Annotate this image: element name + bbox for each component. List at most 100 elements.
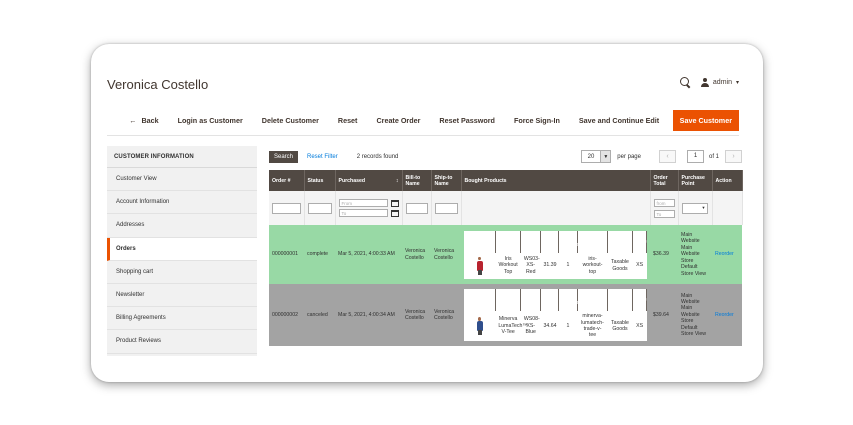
- purchased-label: Purchased: [338, 177, 366, 184]
- bought-products-table: Thumbnail Name Sku Price Qty Ordered Url…: [464, 230, 647, 279]
- page-actions-toolbar: Back Login as Customer Delete Customer R…: [107, 106, 739, 136]
- product-name: Iris Workout Top: [495, 252, 521, 279]
- sort-arrow-icon: ↕: [395, 177, 399, 184]
- search-button[interactable]: Search: [269, 150, 299, 163]
- purchased-to-input[interactable]: To: [338, 209, 388, 217]
- calendar-icon[interactable]: [390, 209, 399, 217]
- page-title: Veronica Costello: [107, 77, 209, 92]
- inner-header-tax-class: Tax Class Id: [607, 230, 634, 253]
- sidebar-item-billing-agreements[interactable]: Billing Agreements: [107, 307, 257, 331]
- inner-header-qty: Qty Ordered: [558, 289, 582, 312]
- inner-header-size: Size: [632, 230, 647, 253]
- sidebar-item-addresses[interactable]: Addresses: [107, 214, 257, 238]
- previous-page-button[interactable]: ‹: [658, 150, 676, 163]
- save-and-continue-button[interactable]: Save and Continue Edit: [569, 116, 668, 125]
- inner-header-price: Price: [540, 230, 559, 253]
- delete-customer-button[interactable]: Delete Customer: [252, 116, 328, 125]
- purchase-point: Main Website Main Website Store Default …: [678, 225, 712, 284]
- reset-password-button[interactable]: Reset Password: [430, 116, 505, 125]
- inner-header-size: Size: [632, 289, 647, 312]
- inner-header-sku: Sku: [520, 230, 542, 253]
- admin-label: admin: [712, 79, 732, 86]
- status-filter-input[interactable]: [307, 202, 332, 214]
- product-url-key: minerva-lumatech-trade-v-tee: [577, 311, 608, 341]
- ship-to-filter-input[interactable]: [434, 202, 458, 214]
- per-page-value: 20: [587, 153, 595, 160]
- reorder-link[interactable]: Reorder: [715, 312, 734, 318]
- column-header-action: Action: [712, 170, 743, 191]
- inner-header-thumbnail: Thumbnail: [464, 230, 496, 253]
- ship-to-name: Veronica Costello: [431, 225, 461, 284]
- column-header-ship-to[interactable]: Ship-to Name: [431, 170, 462, 191]
- chevron-down-icon: ▼: [701, 204, 706, 210]
- per-page-label: per page: [617, 153, 641, 160]
- column-header-order[interactable]: Order #: [269, 170, 305, 191]
- column-header-purchased[interactable]: Purchased ↕: [335, 170, 403, 191]
- top-actions: admin ▾: [679, 77, 739, 88]
- inner-header-tax-class: Tax Class Id: [607, 289, 634, 312]
- order-number: 000000002: [269, 284, 304, 346]
- sidebar-item-orders[interactable]: Orders: [107, 237, 257, 261]
- page-number-input[interactable]: 1: [686, 150, 704, 163]
- calendar-icon[interactable]: [390, 199, 399, 207]
- admin-menu[interactable]: admin ▾: [700, 78, 739, 87]
- product-sku: WS03-XS-Red: [520, 252, 541, 279]
- order-status: canceled: [304, 284, 335, 346]
- grid-header: Search Reset Filter 2 records found 20 ▼…: [269, 149, 742, 164]
- inner-header-price: Price: [540, 289, 559, 312]
- login-as-customer-button[interactable]: Login as Customer: [168, 116, 252, 125]
- total-from-input[interactable]: from: [653, 198, 675, 207]
- user-icon: [700, 78, 709, 87]
- filter-row: From To from To ▼: [269, 191, 743, 225]
- per-page-select[interactable]: 20 ▼: [580, 150, 612, 163]
- chevron-down-icon: ▾: [735, 80, 739, 86]
- reorder-link[interactable]: Reorder: [715, 251, 734, 257]
- sidebar-item-shopping-cart[interactable]: Shopping cart: [107, 261, 257, 284]
- table-header-row: Order # Status Purchased ↕ Bill-to Name …: [269, 170, 743, 191]
- product-tax-class: Taxable Goods: [607, 311, 633, 341]
- order-filter-input[interactable]: [272, 202, 301, 214]
- search-icon[interactable]: [679, 77, 691, 88]
- reset-button[interactable]: Reset: [328, 116, 367, 125]
- pager: 20 ▼ per page ‹ 1 of 1 ›: [580, 150, 742, 163]
- ship-to-name: Veronica Costello: [431, 284, 461, 346]
- purchased-date: Mar 5, 2021, 4:00:34 AM: [335, 284, 402, 346]
- product-thumbnail: [476, 256, 484, 275]
- sidebar-title: CUSTOMER INFORMATION: [107, 146, 257, 168]
- back-button[interactable]: Back: [120, 116, 168, 125]
- sidebar-item-account-information[interactable]: Account Information: [107, 191, 257, 215]
- inner-header-name: Name: [495, 230, 522, 253]
- sidebar-item-product-reviews[interactable]: Product Reviews: [107, 330, 257, 354]
- product-price: 31.39: [540, 252, 559, 279]
- bought-products-table: Thumbnail Name Sku Price Qty Ordered Url…: [464, 289, 647, 341]
- product-size: XS: [632, 311, 647, 341]
- sidebar-item-newsletter[interactable]: Newsletter: [107, 284, 257, 308]
- reset-filter-link[interactable]: Reset Filter: [307, 154, 338, 160]
- column-header-status[interactable]: Status: [304, 170, 336, 191]
- column-header-purchase-point[interactable]: Purchase Point: [678, 170, 713, 191]
- bill-to-filter-input[interactable]: [405, 202, 428, 214]
- sidebar-item-customer-view[interactable]: Customer View: [107, 168, 257, 192]
- save-customer-button[interactable]: Save Customer: [672, 110, 739, 131]
- records-count: 2 records found: [356, 153, 399, 160]
- product-name: Minerva LumaTech™ V-Tee: [495, 311, 528, 341]
- create-order-button[interactable]: Create Order: [367, 116, 430, 125]
- purchase-point: Main Website Main Website Store Default …: [678, 284, 712, 346]
- bought-products-cell: Thumbnail Name Sku Price Qty Ordered Url…: [461, 225, 650, 284]
- inner-header-name: Name: [495, 289, 522, 312]
- table-row[interactable]: 000000001 complete Mar 5, 2021, 4:00:33 …: [269, 225, 742, 284]
- bought-products-cell: Thumbnail Name Sku Price Qty Ordered Url…: [461, 284, 650, 346]
- column-header-order-total[interactable]: Order Total: [650, 170, 679, 191]
- purchased-from-input[interactable]: From: [338, 199, 388, 207]
- force-sign-in-button[interactable]: Force Sign-In: [504, 116, 569, 125]
- inner-header-thumbnail: Thumbnail: [464, 289, 496, 312]
- product-qty: 1: [558, 311, 578, 341]
- inner-header-sku: Sku: [520, 289, 542, 312]
- page-total: of 1: [708, 153, 719, 160]
- total-to-input[interactable]: To: [653, 209, 675, 218]
- next-page-button[interactable]: ›: [725, 150, 742, 163]
- purchase-point-filter-select[interactable]: ▼: [681, 202, 708, 214]
- customer-edit-window: Veronica Costello admin ▾ Back Login as …: [91, 44, 763, 382]
- column-header-bill-to[interactable]: Bill-to Name: [402, 170, 432, 191]
- table-row[interactable]: 000000002 canceled Mar 5, 2021, 4:00:34 …: [269, 284, 742, 346]
